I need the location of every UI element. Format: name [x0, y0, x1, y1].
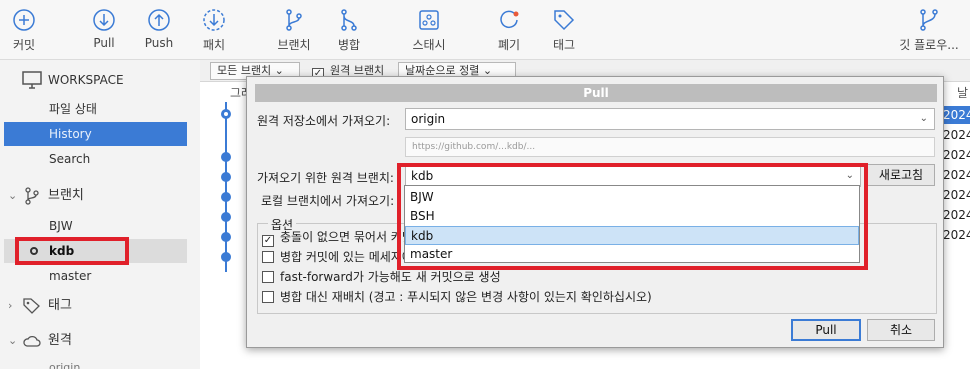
option-rebase[interactable]: 병합 대신 재배치 (경고 : 푸시되지 않은 변경 사항이 있는지 확인하십시… [262, 288, 652, 305]
chevron-down-icon: ⌄ [8, 189, 18, 202]
tag-button[interactable]: 태그 [534, 8, 594, 53]
sidebar-item-branch-master[interactable]: master [4, 264, 187, 288]
branch-button[interactable]: 브랜치 [264, 8, 324, 53]
date-cell: 2024 [943, 188, 970, 202]
dialog-title: Pull [255, 84, 937, 102]
graph-head-dot [221, 109, 231, 119]
branch-icon [22, 187, 42, 205]
sidebar-item-search[interactable]: Search [4, 147, 187, 171]
merge-button[interactable]: 병합 [319, 8, 379, 53]
date-cell: 2024 [943, 106, 970, 124]
sidebar-item-remote-origin[interactable]: origin [4, 356, 187, 369]
fetch-label: 패치 [202, 38, 226, 52]
remote-repo-select[interactable]: origin ⌄ [405, 108, 935, 130]
remotes-label: 원격 [48, 333, 72, 348]
date-cell: 2024 [943, 228, 970, 242]
sidebar-item-history[interactable]: History [4, 122, 187, 146]
tag-label: 태그 [552, 38, 576, 52]
checkbox-icon [262, 271, 274, 283]
stash-icon [417, 8, 441, 32]
branch-label: 브랜치 [277, 38, 311, 52]
remote-branch-label: 가져오기 위한 원격 브랜치: [257, 171, 394, 185]
push-label: Push [144, 36, 174, 50]
merge-label: 병합 [337, 38, 361, 52]
discard-icon [497, 8, 521, 32]
stash-button[interactable]: 스태시 [399, 8, 459, 53]
sidebar-item-branch-bjw[interactable]: BJW [4, 214, 187, 238]
cloud-icon [22, 332, 42, 350]
date-cell: 2024 [943, 128, 970, 142]
highlight-box-dropdown [397, 163, 868, 270]
tag-icon [552, 8, 576, 32]
commit-label: 커밋 [12, 38, 36, 52]
branches-label: 브랜치 [48, 188, 84, 203]
tags-section[interactable]: › 태그 [0, 294, 196, 318]
main-toolbar: 커밋 Pull Push 패치 브랜치 병합 스태시 폐기 태그 깃 플로우..… [0, 0, 970, 60]
chevron-right-icon: › [8, 299, 13, 312]
arrow-down-circle-icon [92, 8, 116, 32]
graph-dot [221, 152, 231, 162]
cancel-button[interactable]: 취소 [867, 319, 935, 341]
graph-dot [221, 252, 231, 262]
refresh-button[interactable]: 새로고침 [867, 164, 935, 186]
option-commit-merged[interactable]: ✓ 충돌이 없으면 묶어서 커밋 [262, 228, 413, 247]
date-cell: 2024 [943, 168, 970, 182]
graph-dot [221, 192, 231, 202]
git-flow-icon [917, 8, 941, 32]
checkbox-checked-icon: ✓ [262, 235, 274, 247]
sidebar: WORKSPACE 파일 상태 History Search ⌄ 브랜치 BJW… [0, 60, 196, 369]
git-flow-label: 깃 플로우... [899, 38, 959, 52]
monitor-icon [22, 71, 42, 89]
pull-confirm-button[interactable]: Pull [791, 319, 861, 341]
graph-dot [221, 212, 231, 222]
pull-label: Pull [93, 36, 115, 50]
commit-graph [208, 82, 248, 369]
checkbox-icon [262, 291, 274, 303]
remote-repo-value: origin [411, 112, 446, 126]
discard-label: 폐기 [497, 38, 521, 52]
tag-icon [22, 297, 42, 315]
remote-repo-label: 원격 저장소에서 가져오기: [257, 114, 391, 128]
graph-dot [221, 172, 231, 182]
local-branch-label: 로컬 브랜치에서 가져오기: [261, 194, 395, 208]
tags-label: 태그 [48, 298, 72, 313]
chevron-down-icon: ⌄ [8, 334, 18, 347]
option-no-fast-forward[interactable]: fast-forward가 가능해도 새 커밋으로 생성 [262, 268, 501, 285]
branch-icon [282, 8, 306, 32]
branches-section[interactable]: ⌄ 브랜치 [0, 184, 196, 208]
sidebar-item-file-status[interactable]: 파일 상태 [4, 97, 187, 121]
graph-line [225, 102, 227, 272]
stash-label: 스태시 [412, 38, 446, 52]
workspace-label: WORKSPACE [48, 73, 124, 87]
graph-dot [221, 232, 231, 242]
date-cell: 2024 [943, 208, 970, 222]
fetch-button[interactable]: 패치 [184, 8, 244, 53]
workspace-section[interactable]: WORKSPACE [0, 68, 196, 92]
arrow-down-dashed-circle-icon [202, 8, 226, 32]
highlight-box-sidebar [15, 237, 129, 265]
pull-button[interactable]: Pull [74, 8, 134, 50]
remote-url-display: https://github.com/...kdb/... [405, 137, 935, 157]
git-flow-button[interactable]: 깃 플로우... [894, 8, 964, 53]
merge-icon [337, 8, 361, 32]
push-button[interactable]: Push [129, 8, 189, 50]
date-cell: 2024 [943, 148, 970, 162]
chevron-down-icon: ⌄ [919, 113, 928, 124]
commit-button[interactable]: 커밋 [0, 8, 54, 53]
arrow-up-circle-icon [147, 8, 171, 32]
checkbox-icon [262, 251, 274, 263]
date-column-header: 날 [957, 86, 969, 100]
plus-circle-icon [12, 8, 36, 32]
discard-button[interactable]: 폐기 [479, 8, 539, 53]
remotes-section[interactable]: ⌄ 원격 [0, 329, 196, 353]
